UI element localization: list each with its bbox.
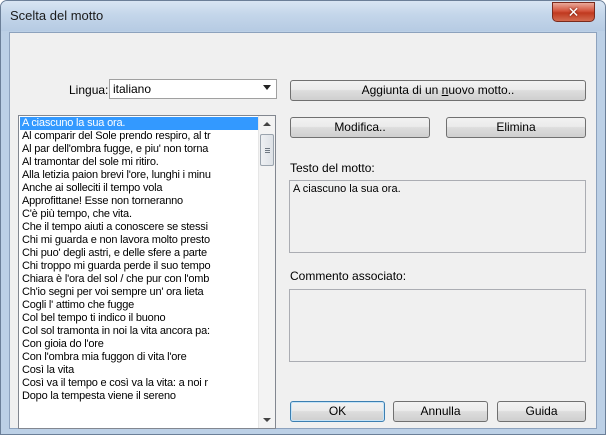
language-label: Lingua: [69,83,109,97]
ok-button[interactable]: OK [290,401,385,422]
list-item[interactable]: Che il tempo aiuti a conoscere se stessi [20,221,258,234]
list-item[interactable]: Approfittane! Esse non torneranno [20,195,258,208]
list-item[interactable]: Chi mi guarda e non lavora molto presto [20,234,258,247]
close-icon: ✕ [567,3,580,20]
scroll-down-button[interactable] [259,412,275,428]
list-item[interactable]: Con l'ombra mia fuggon di vita l'ore [20,351,258,364]
grip-line [265,150,270,151]
motto-text-value: A ciascuno la sua ora. [293,183,401,195]
list-item[interactable]: Cogli l' attimo che fugge [20,299,258,312]
help-button[interactable]: Guida [497,401,586,422]
list-item[interactable]: Chi troppo mi guarda perde il suo tempo [20,260,258,273]
scroll-up-button[interactable] [259,116,275,132]
list-item[interactable]: Chiara è l'ora del sol / che pur con l'o… [20,273,258,286]
dialog-window: Scelta del motto ✕ Lingua: italiano A ci… [0,0,606,435]
add-new-label-suffix: uovo motto.. [448,83,515,97]
language-selected-value: italiano [113,82,152,96]
comment-label: Commento associato: [290,269,407,283]
chevron-down-icon[interactable] [263,85,271,90]
add-new-label-prefix: Aggiunta di un [361,83,442,97]
modify-label: Modifica.. [334,120,386,134]
list-item[interactable]: Col sol tramonta in noi la vita ancora p… [20,325,258,338]
list-item[interactable]: Al tramontar del sole mi ritiro. [20,156,258,169]
list-item[interactable]: Così la vita [20,364,258,377]
add-new-motto-button[interactable]: Aggiunta di un nuovo motto.. [290,80,586,101]
list-item[interactable]: A ciascuno la sua ora. [20,117,258,130]
list-item[interactable]: C'è più tempo, che vita. [20,208,258,221]
grip-line [265,152,270,153]
list-item[interactable]: Anche ai solleciti il tempo vola [20,182,258,195]
help-label: Guida [525,404,558,418]
list-item[interactable]: Ch'io segni per voi sempre un' ora lieta [20,286,258,299]
arrow-down-icon [263,418,271,422]
window-title: Scelta del motto [10,8,104,23]
list-item[interactable]: Con gioia do l'ore [20,338,258,351]
list-item[interactable]: Alla letizia paion brevi l'ore, lunghi i… [20,169,258,182]
list-item[interactable]: Al comparir del Sole prendo respiro, al … [20,130,258,143]
title-bar[interactable]: Scelta del motto ✕ [1,1,605,31]
scroll-thumb[interactable] [260,134,274,166]
comment-field[interactable] [289,289,586,362]
ok-label: OK [328,404,347,418]
close-button[interactable]: ✕ [552,2,595,22]
cancel-label: Annulla [420,404,461,418]
motto-text-field[interactable]: A ciascuno la sua ora. [289,180,586,253]
list-item[interactable]: Dopo la tempesta viene il sereno [20,390,258,403]
delete-label: Elimina [496,120,536,134]
list-item[interactable]: Al par dell'ombra fugge, e piu' non torn… [20,143,258,156]
modify-button[interactable]: Modifica.. [290,117,430,138]
motto-text-label: Testo del motto: [290,161,375,175]
motto-list[interactable]: A ciascuno la sua ora. Al comparir del So… [18,115,276,429]
motto-list-items: A ciascuno la sua ora. Al comparir del So… [20,117,258,403]
arrow-up-icon [263,122,271,126]
dialog-client-area: Lingua: italiano A ciascuno la sua ora. A… [9,32,597,429]
list-item[interactable]: Così va il tempo e così va la vita: a no… [20,377,258,390]
list-scrollbar[interactable] [258,116,275,428]
list-item[interactable]: Col bel tempo ti indico il buono [20,312,258,325]
list-item[interactable]: Chi puo' degli astri, e delle sfere a pa… [20,247,258,260]
grip-line [265,148,270,149]
delete-button[interactable]: Elimina [446,117,586,138]
cancel-button[interactable]: Annulla [393,401,488,422]
language-select[interactable]: italiano [109,79,277,99]
